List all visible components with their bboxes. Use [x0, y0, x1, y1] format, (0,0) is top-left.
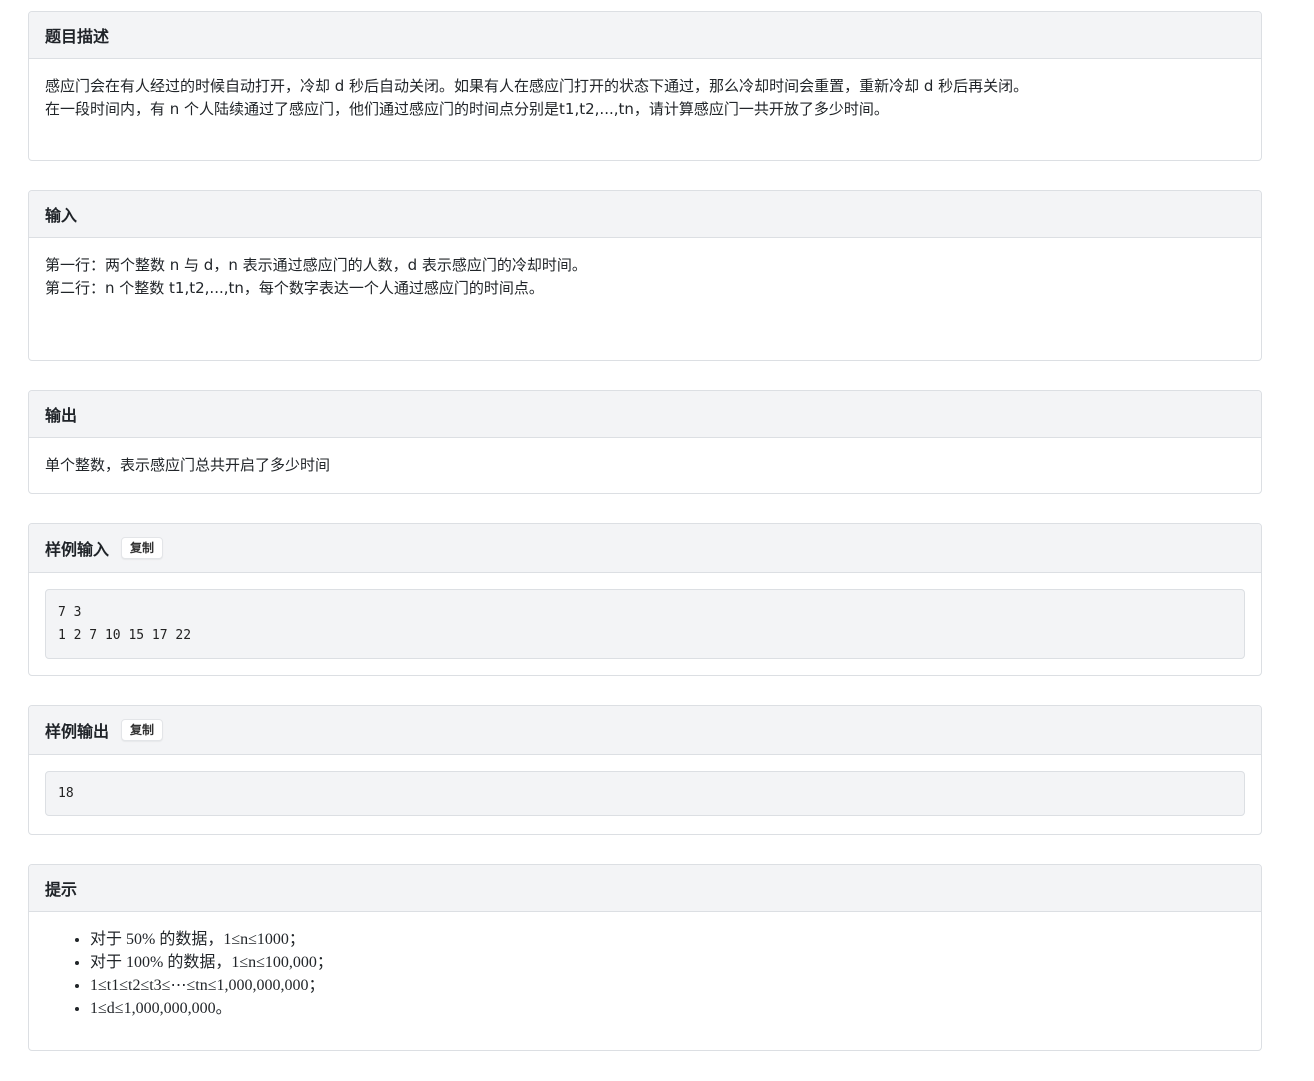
sample-output-header: 样例输出 复制: [29, 706, 1261, 755]
output-card: 输出 单个整数，表示感应门总共开启了多少时间: [28, 390, 1262, 494]
output-header: 输出: [29, 391, 1261, 438]
hint-item: 1≤t1≤t2≤t3≤⋯≤tn≤1,000,000,000；: [90, 974, 1245, 997]
hint-item: 对于 100% 的数据，1≤n≤100,000；: [90, 951, 1245, 974]
sample-input-header: 样例输入 复制: [29, 524, 1261, 573]
description-title: 题目描述: [45, 27, 110, 46]
output-title: 输出: [45, 406, 78, 425]
sample-output-title: 样例输出: [45, 722, 110, 741]
output-line-1: 单个整数，表示感应门总共开启了多少时间: [45, 456, 331, 474]
hint-title: 提示: [45, 880, 78, 899]
copy-sample-input-button[interactable]: 复制: [121, 537, 164, 559]
hint-list: 对于 50% 的数据，1≤n≤1000； 对于 100% 的数据，1≤n≤100…: [45, 928, 1245, 1020]
sample-output-card: 样例输出 复制 18: [28, 705, 1262, 835]
input-line-2: 第二行：n 个整数 t1,t2,...,tn，每个数字表达一个人通过感应门的时间…: [45, 279, 544, 297]
description-line-1: 感应门会在有人经过的时候自动打开，冷却 d 秒后自动关闭。如果有人在感应门打开的…: [45, 77, 1029, 95]
sample-input-card: 样例输入 复制 7 3 1 2 7 10 15 17 22: [28, 523, 1262, 676]
hint-header: 提示: [29, 865, 1261, 912]
input-card: 输入 第一行：两个整数 n 与 d，n 表示通过感应门的人数，d 表示感应门的冷…: [28, 190, 1262, 361]
input-header: 输入: [29, 191, 1261, 238]
input-title: 输入: [45, 206, 78, 225]
copy-sample-output-button[interactable]: 复制: [121, 719, 164, 741]
input-line-1: 第一行：两个整数 n 与 d，n 表示通过感应门的人数，d 表示感应门的冷却时间…: [45, 256, 587, 274]
sample-output-code: 18: [45, 771, 1245, 816]
hint-card: 提示 对于 50% 的数据，1≤n≤1000； 对于 100% 的数据，1≤n≤…: [28, 864, 1262, 1051]
sample-input-code: 7 3 1 2 7 10 15 17 22: [45, 589, 1245, 659]
sample-input-title: 样例输入: [45, 540, 110, 559]
hint-item: 1≤d≤1,000,000,000。: [90, 997, 1245, 1020]
hint-item: 对于 50% 的数据，1≤n≤1000；: [90, 928, 1245, 951]
description-card: 题目描述 感应门会在有人经过的时候自动打开，冷却 d 秒后自动关闭。如果有人在感…: [28, 11, 1262, 161]
description-header: 题目描述: [29, 12, 1261, 59]
description-line-2: 在一段时间内，有 n 个人陆续通过了感应门，他们通过感应门的时间点分别是t1,t…: [45, 100, 889, 118]
